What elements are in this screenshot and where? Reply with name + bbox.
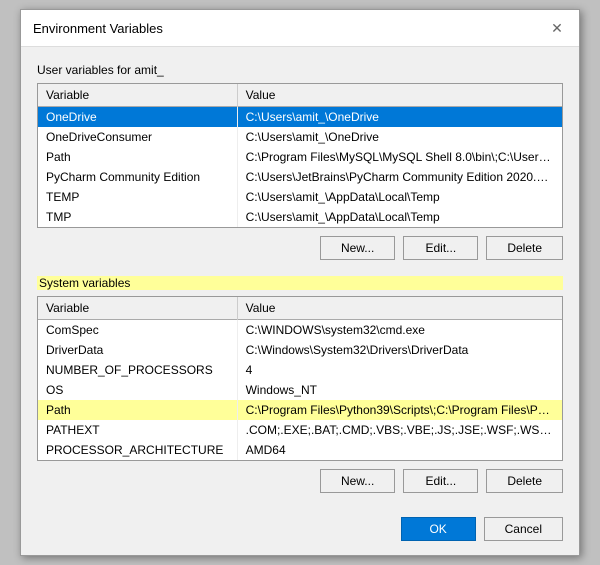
system-variables-data-table: ComSpecC:\WINDOWS\system32\cmd.exeDriver…: [38, 320, 562, 460]
table-row[interactable]: TEMPC:\Users\amit_\AppData\Local\Temp: [38, 187, 562, 207]
value-cell: C:\Program Files\MySQL\MySQL Shell 8.0\b…: [237, 147, 562, 167]
variable-cell: TMP: [38, 207, 237, 227]
table-row[interactable]: OneDriveConsumerC:\Users\amit_\OneDrive: [38, 127, 562, 147]
user-buttons-row: New... Edit... Delete: [37, 236, 563, 260]
variable-cell: OS: [38, 380, 237, 400]
variable-cell: OneDriveConsumer: [38, 127, 237, 147]
table-row[interactable]: PathC:\Program Files\Python39\Scripts\;C…: [38, 400, 562, 420]
system-variables-table: Variable Value: [38, 297, 562, 320]
variable-cell: Path: [38, 147, 237, 167]
dialog-title: Environment Variables: [33, 21, 163, 36]
system-delete-button[interactable]: Delete: [486, 469, 563, 493]
table-row[interactable]: OSWindows_NT: [38, 380, 562, 400]
value-cell: C:\Users\amit_\OneDrive: [237, 107, 562, 127]
system-table-header-row: Variable Value: [38, 297, 562, 320]
user-variables-label: User variables for amit_: [37, 63, 563, 77]
variable-cell: PATHEXT: [38, 420, 237, 440]
variable-cell: PROCESSOR_ARCHITECTURE: [38, 440, 237, 460]
table-row[interactable]: PROCESSOR_ARCHITECTUREAMD64: [38, 440, 562, 460]
variable-cell: NUMBER_OF_PROCESSORS: [38, 360, 237, 380]
environment-variables-dialog: Environment Variables ✕ User variables f…: [20, 9, 580, 556]
value-cell: .COM;.EXE;.BAT;.CMD;.VBS;.VBE;.JS;.JSE;.…: [237, 420, 562, 440]
table-row[interactable]: OneDriveC:\Users\amit_\OneDrive: [38, 107, 562, 127]
dialog-footer: OK Cancel: [21, 509, 579, 555]
table-row[interactable]: DriverDataC:\Windows\System32\Drivers\Dr…: [38, 340, 562, 360]
table-row[interactable]: NUMBER_OF_PROCESSORS4: [38, 360, 562, 380]
system-new-button[interactable]: New...: [320, 469, 395, 493]
variable-cell: PyCharm Community Edition: [38, 167, 237, 187]
value-cell: C:\Users\amit_\AppData\Local\Temp: [237, 207, 562, 227]
ok-button[interactable]: OK: [401, 517, 476, 541]
system-variables-label: System variables: [37, 276, 563, 290]
variable-cell: ComSpec: [38, 320, 237, 340]
system-table-body: ComSpecC:\WINDOWS\system32\cmd.exeDriver…: [38, 320, 562, 460]
value-cell: 4: [237, 360, 562, 380]
table-row[interactable]: TMPC:\Users\amit_\AppData\Local\Temp: [38, 207, 562, 227]
user-variables-data-table: OneDriveC:\Users\amit_\OneDriveOneDriveC…: [38, 107, 562, 227]
value-cell: C:\WINDOWS\system32\cmd.exe: [237, 320, 562, 340]
value-cell: AMD64: [237, 440, 562, 460]
system-buttons-row: New... Edit... Delete: [37, 469, 563, 493]
user-table-body: OneDriveC:\Users\amit_\OneDriveOneDriveC…: [38, 107, 562, 227]
user-table-scroll[interactable]: OneDriveC:\Users\amit_\OneDriveOneDriveC…: [38, 107, 562, 227]
user-variables-table-container: Variable Value OneDriveC:\Users\amit_\On…: [37, 83, 563, 228]
user-col-variable-header: Variable: [38, 84, 237, 107]
system-variables-table-container: Variable Value ComSpecC:\WINDOWS\system3…: [37, 296, 563, 461]
system-edit-button[interactable]: Edit...: [403, 469, 478, 493]
table-row[interactable]: ComSpecC:\WINDOWS\system32\cmd.exe: [38, 320, 562, 340]
user-edit-button[interactable]: Edit...: [403, 236, 478, 260]
dialog-body: User variables for amit_ Variable Value: [21, 47, 579, 509]
value-cell: C:\Program Files\Python39\Scripts\;C:\Pr…: [237, 400, 562, 420]
user-variables-table: Variable Value: [38, 84, 562, 107]
table-row[interactable]: PATHEXT.COM;.EXE;.BAT;.CMD;.VBS;.VBE;.JS…: [38, 420, 562, 440]
user-delete-button[interactable]: Delete: [486, 236, 563, 260]
variable-cell: Path: [38, 400, 237, 420]
system-variables-section: System variables Variable Value: [37, 276, 563, 493]
close-button[interactable]: ✕: [547, 18, 567, 38]
user-table-header-row: Variable Value: [38, 84, 562, 107]
system-col-variable-header: Variable: [38, 297, 237, 320]
user-col-value-header: Value: [237, 84, 562, 107]
value-cell: C:\Users\JetBrains\PyCharm Community Edi…: [237, 167, 562, 187]
value-cell: Windows_NT: [237, 380, 562, 400]
system-col-value-header: Value: [237, 297, 562, 320]
variable-cell: TEMP: [38, 187, 237, 207]
cancel-button[interactable]: Cancel: [484, 517, 563, 541]
system-table-scroll[interactable]: ComSpecC:\WINDOWS\system32\cmd.exeDriver…: [38, 320, 562, 460]
value-cell: C:\Windows\System32\Drivers\DriverData: [237, 340, 562, 360]
value-cell: C:\Users\amit_\AppData\Local\Temp: [237, 187, 562, 207]
user-new-button[interactable]: New...: [320, 236, 395, 260]
variable-cell: DriverData: [38, 340, 237, 360]
table-row[interactable]: PyCharm Community EditionC:\Users\JetBra…: [38, 167, 562, 187]
table-row[interactable]: PathC:\Program Files\MySQL\MySQL Shell 8…: [38, 147, 562, 167]
value-cell: C:\Users\amit_\OneDrive: [237, 127, 562, 147]
user-variables-section: User variables for amit_ Variable Value: [37, 63, 563, 260]
variable-cell: OneDrive: [38, 107, 237, 127]
title-bar: Environment Variables ✕: [21, 10, 579, 47]
